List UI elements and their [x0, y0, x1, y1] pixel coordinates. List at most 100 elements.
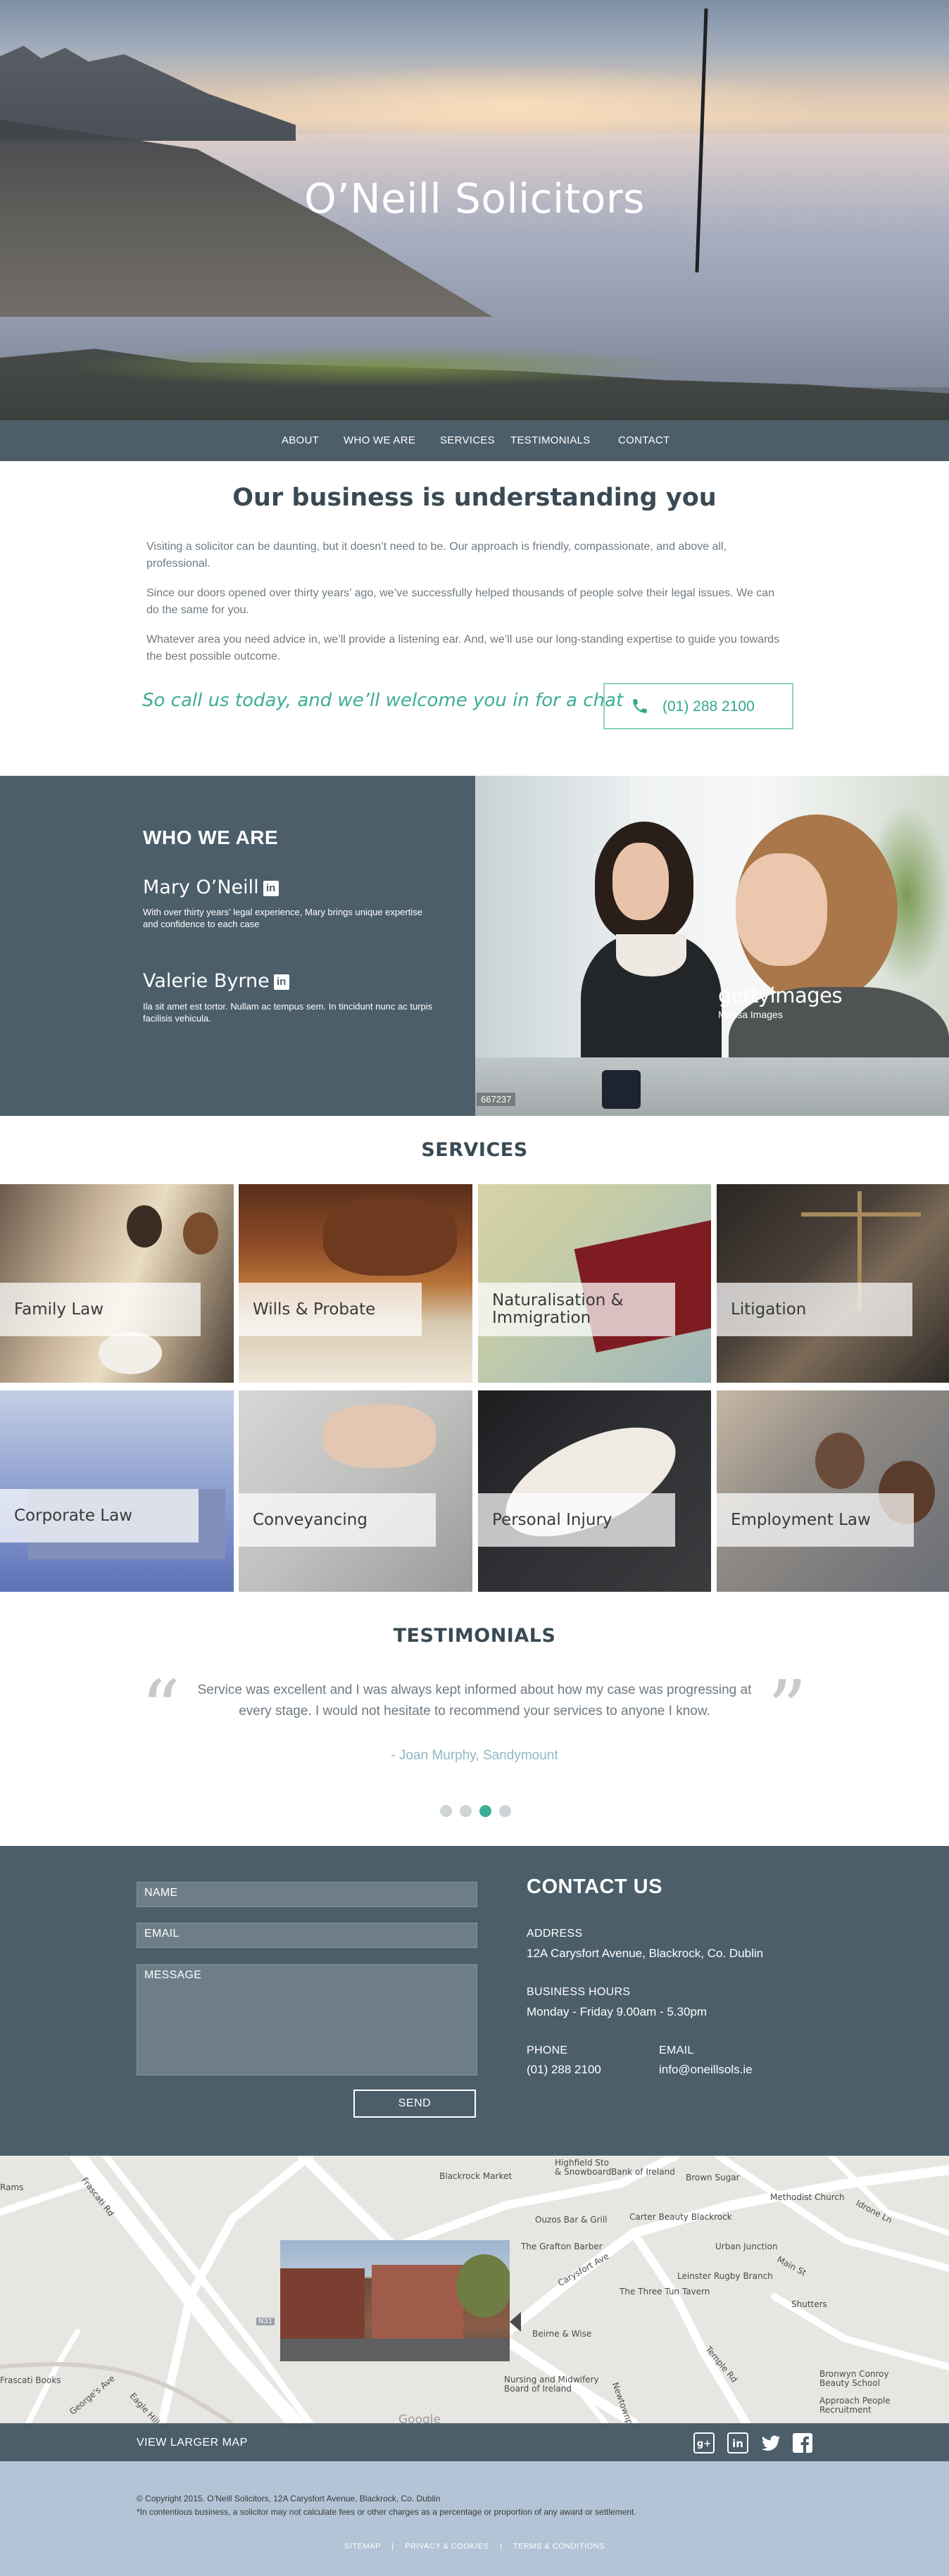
person-name-mary: Mary O’Neill in [143, 877, 279, 898]
service-label: Naturalisation & Immigration [478, 1283, 675, 1336]
disclaimer-text: *In contentious business, a solicitor ma… [137, 2507, 636, 2517]
email-label: EMAIL [659, 2044, 694, 2056]
house-keys-image [323, 1405, 436, 1468]
phone-value[interactable]: (01) 288 2100 [527, 2063, 601, 2077]
map-label: Urban Junction [715, 2242, 778, 2251]
person-name-text: Mary O’Neill [143, 877, 259, 898]
nav-item-who-we-are[interactable]: WHO WE ARE [344, 434, 415, 446]
map-label: Carter Beauty Blackrock [629, 2212, 732, 2222]
service-conveyancing[interactable]: Conveyancing [239, 1390, 472, 1592]
nav-item-testimonials[interactable]: TESTIMONIALS [510, 434, 591, 446]
address-label: ADDRESS [527, 1928, 583, 1940]
photo-watermark-sub: Monsa Images [718, 1009, 783, 1020]
privacy-cookies-link[interactable]: PRIVACY & COOKIES [405, 2542, 489, 2551]
message-field[interactable]: MESSAGE [137, 1964, 477, 2075]
team-photo: gettyimages Monsa Images 667237 [475, 776, 949, 1116]
map-label: The Three Tun Tavern [620, 2287, 710, 2297]
map-label: Leinster Rugby Branch [677, 2271, 773, 2281]
road-shield: N31 [256, 2318, 275, 2325]
services-title: SERVICES [421, 1139, 528, 1161]
person-name-valerie: Valerie Byrne in [143, 970, 289, 992]
intro-paragraph: Whatever area you need advice in, we’ll … [146, 634, 780, 662]
person-desc: Ila sit amet est tortor. Nullam ac tempu… [143, 1001, 433, 1024]
address-value: 12A Carysfort Avenue, Blackrock, Co. Dub… [527, 1947, 764, 1960]
photo-mug [602, 1070, 641, 1109]
linkedin-icon[interactable]: in [727, 2432, 748, 2454]
map-label: Frascati Books [0, 2375, 61, 2385]
slider-dot[interactable] [499, 1805, 511, 1817]
service-label: Employment Law [717, 1493, 914, 1547]
map-label: Approach People Recruitment [819, 2396, 891, 2415]
map-label: Beirne & Wise [532, 2329, 592, 2339]
map-label: Methodist Church [770, 2192, 845, 2202]
footer-separator: | [500, 2542, 503, 2551]
service-naturalisation[interactable]: Naturalisation & Immigration [478, 1184, 711, 1383]
map-label: Nursing and Midwifery Board of Ireland [504, 2375, 599, 2394]
street-house-1 [280, 2268, 365, 2339]
facebook-icon[interactable] [792, 2432, 813, 2454]
service-label: Corporate Law [0, 1489, 199, 1543]
service-family-law[interactable]: Family Law [0, 1184, 234, 1383]
google-plus-icon[interactable]: g+ [693, 2432, 715, 2454]
twitter-icon[interactable] [760, 2432, 781, 2454]
photo-woman-1-collar [616, 934, 686, 976]
service-corporate-law[interactable]: Corporate Law [0, 1390, 234, 1592]
call-phone-number: (01) 288 2100 [662, 698, 755, 715]
map-label: Brown Sugar [686, 2173, 740, 2182]
map-label: Highfield Sto & Snowboard [555, 2158, 612, 2177]
phone-icon [633, 699, 647, 713]
service-litigation[interactable]: Litigation [717, 1184, 949, 1383]
nav-item-contact[interactable]: CONTACT [618, 434, 670, 446]
name-field[interactable]: NAME [137, 1882, 477, 1907]
linkedin-icon[interactable]: in [263, 881, 279, 896]
map-label: Rams [0, 2182, 24, 2192]
svg-text:in: in [732, 2437, 743, 2450]
send-button[interactable]: SEND [353, 2090, 476, 2118]
slider-dot[interactable] [460, 1805, 472, 1817]
sitemap-link[interactable]: SITEMAP [344, 2542, 381, 2551]
close-quote-icon: ” [767, 1664, 807, 1754]
who-we-are-title: WHO WE ARE [143, 827, 279, 848]
intro-title: Our business is understanding you [232, 484, 717, 512]
copyright-text: © Copyright 2015. O’Neill Solicitors, 12… [137, 2494, 441, 2503]
svg-text:g+: g+ [697, 2439, 711, 2449]
service-wills-probate[interactable]: Wills & Probate [239, 1184, 472, 1383]
nav-item-services[interactable]: SERVICES [440, 434, 495, 446]
street-house-2 [372, 2265, 463, 2342]
slider-dot-active[interactable] [479, 1805, 491, 1817]
office-meeting-image [815, 1433, 865, 1489]
service-employment-law[interactable]: Employment Law [717, 1390, 949, 1592]
family-image [127, 1205, 162, 1248]
view-larger-map-link[interactable]: VIEW LARGER MAP [137, 2437, 248, 2449]
photo-woman-2-face [736, 853, 827, 966]
email-field[interactable]: EMAIL [137, 1923, 477, 1948]
phone-label: PHONE [527, 2044, 568, 2056]
email-value[interactable]: info@oneillsols.ie [659, 2063, 753, 2077]
street-view-photo [280, 2240, 510, 2361]
map-label: The Grafton Barber [521, 2242, 603, 2251]
nav-item-about[interactable]: ABOUT [282, 434, 319, 446]
map-label: Bronwyn Conroy Beauty School [819, 2369, 889, 2388]
map-label: Shutters [791, 2299, 827, 2309]
service-label: Litigation [717, 1283, 912, 1336]
call-to-action-text: So call us today, and we’ll welcome you … [142, 690, 624, 711]
call-phone-button[interactable]: (01) 288 2100 [603, 683, 793, 729]
footer-links: SITEMAP | PRIVACY & COOKIES | TERMS & CO… [0, 2542, 949, 2551]
service-label: Family Law [0, 1283, 201, 1336]
slider-dot[interactable] [440, 1805, 452, 1817]
testimonial-quote: Service was excellent and I was always k… [197, 1683, 752, 1719]
service-personal-injury[interactable]: Personal Injury [478, 1390, 711, 1592]
photo-code: 667237 [477, 1093, 516, 1106]
terms-conditions-link[interactable]: TERMS & CONDITIONS [513, 2542, 605, 2551]
map-label: Blackrock Market [439, 2171, 513, 2181]
intro-paragraph: Visiting a solicitor can be daunting, bu… [146, 541, 727, 570]
footer [0, 2461, 949, 2576]
wills-image [323, 1198, 457, 1276]
testimonial-author: - Joan Murphy, Sandymount [391, 1748, 558, 1763]
hero-banner: O’Neill Solicitors [0, 0, 949, 420]
street-road [280, 2339, 510, 2361]
person-desc: With over thirty years’ legal experience… [143, 907, 422, 929]
site-title: O’Neill Solicitors [304, 175, 645, 222]
linkedin-icon[interactable]: in [273, 974, 289, 990]
photo-woman-1-face [612, 843, 669, 920]
